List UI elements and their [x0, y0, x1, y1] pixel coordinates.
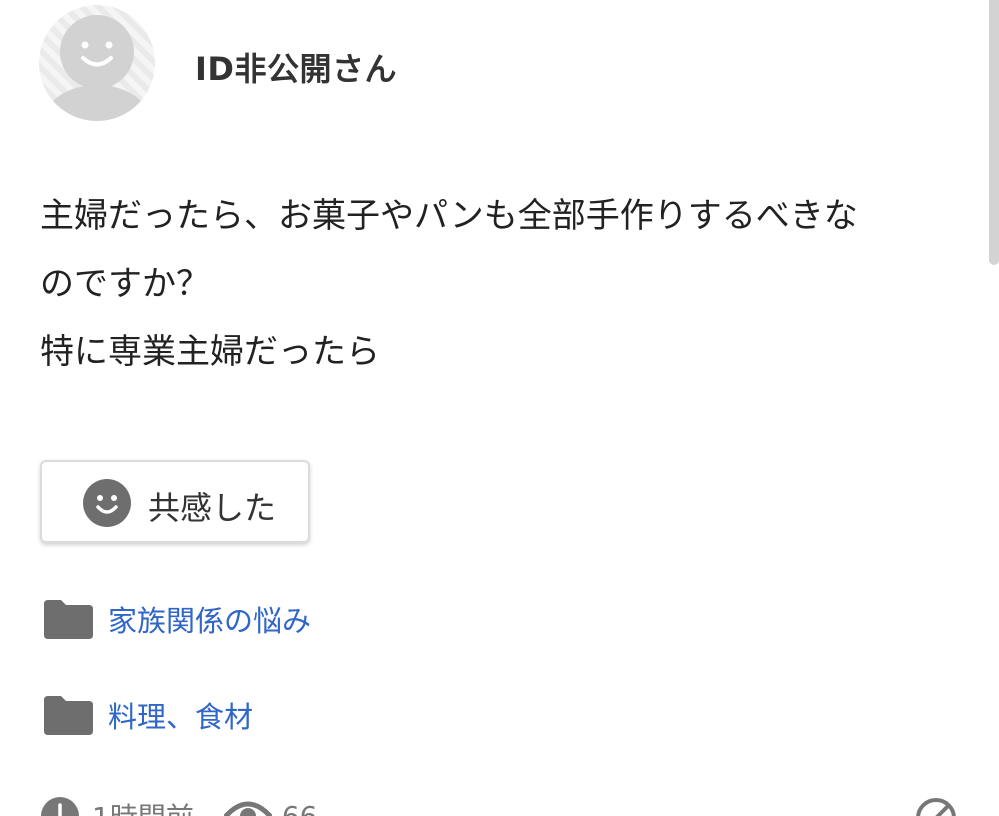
smiley-icon — [83, 479, 131, 527]
eye-icon — [223, 801, 272, 816]
category-link-family-relations[interactable]: 家族関係の悩み — [42, 597, 311, 641]
scrollbar[interactable] — [989, 0, 999, 265]
question-text: 主婦だったら、お菓子やパンも全部手作りするべきな のですか？ 特に専業主婦だった… — [40, 182, 960, 386]
view-count: 66 — [281, 799, 318, 816]
category-label: 料理、食材 — [108, 700, 254, 734]
question-line: 特に専業主婦だったら — [40, 332, 380, 372]
question-line: 主婦だったら、お菓子やパンも全部手作りするべきな — [40, 196, 858, 236]
avatar — [39, 5, 155, 121]
category-link-cooking[interactable]: 料理、食材 — [42, 693, 253, 737]
clock-icon — [41, 797, 79, 816]
folder-icon — [44, 696, 93, 735]
empathy-button[interactable]: 共感した — [40, 460, 310, 543]
question-line: のですか？ — [40, 264, 210, 304]
post-time: 1時間前 — [92, 796, 194, 816]
empathy-label: 共感した — [148, 489, 277, 527]
report-icon[interactable] — [914, 796, 958, 816]
default-user-icon — [43, 15, 151, 121]
category-label: 家族関係の悩み — [108, 604, 312, 638]
post-meta: 1時間前 66 — [40, 796, 317, 816]
author-name[interactable]: ID非公開さん — [195, 44, 397, 90]
question-page: ID非公開さん 主婦だったら、お菓子やパンも全部手作りするべきな のですか？ 特… — [0, 0, 999, 816]
folder-icon — [44, 600, 93, 639]
